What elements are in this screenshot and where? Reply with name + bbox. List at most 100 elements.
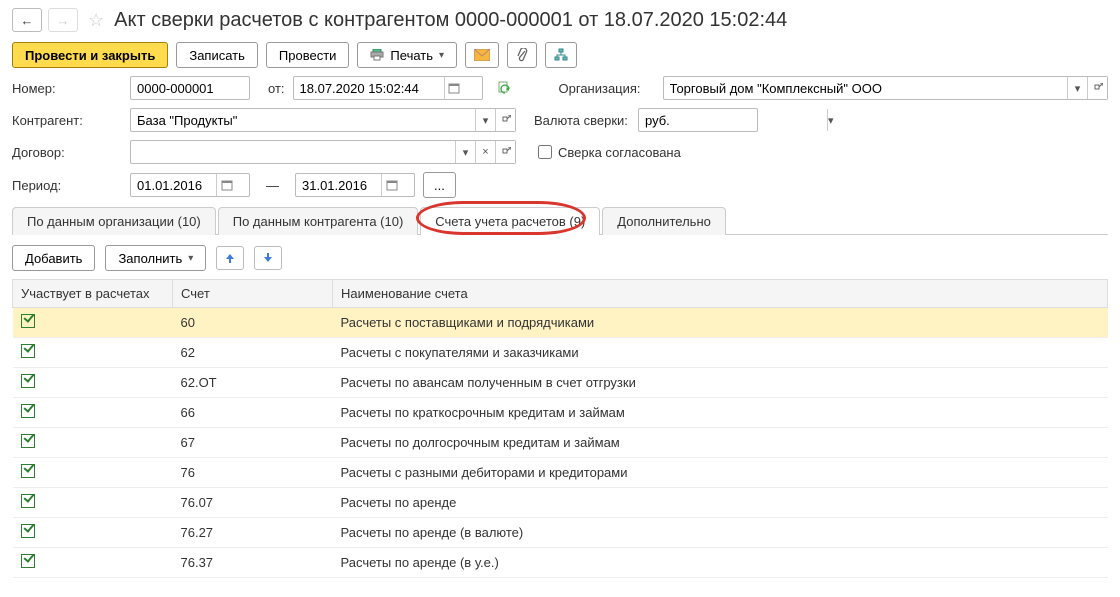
- refresh-doc-icon[interactable]: [497, 81, 511, 95]
- participates-cell[interactable]: [13, 338, 173, 368]
- agreed-label: Сверка согласована: [558, 145, 681, 160]
- table-row[interactable]: 60Расчеты с поставщиками и подрядчиками: [13, 308, 1108, 338]
- counterparty-label: Контрагент:: [12, 113, 122, 128]
- checkmark-icon: [21, 494, 35, 508]
- participates-cell[interactable]: [13, 488, 173, 518]
- table-row[interactable]: 62.ОТРасчеты по авансам полученным в сче…: [13, 368, 1108, 398]
- participates-cell[interactable]: [13, 398, 173, 428]
- table-row[interactable]: 67Расчеты по долгосрочным кредитам и зай…: [13, 428, 1108, 458]
- org-input[interactable]: [664, 77, 1067, 99]
- checkmark-icon: [21, 464, 35, 478]
- period-start-input[interactable]: [131, 174, 216, 196]
- contract-dropdown[interactable]: ▾: [455, 141, 475, 163]
- post-and-close-button[interactable]: Провести и закрыть: [12, 42, 168, 68]
- counterparty-open[interactable]: [495, 109, 515, 131]
- printer-icon: [370, 49, 384, 61]
- agreed-checkbox[interactable]: [538, 145, 552, 159]
- account-code-cell[interactable]: 76.07: [173, 488, 333, 518]
- account-code-cell[interactable]: 76: [173, 458, 333, 488]
- tab-org-data[interactable]: По данным организации (10): [12, 207, 216, 235]
- page-title: Акт сверки расчетов с контрагентом 0000-…: [114, 9, 787, 32]
- period-separator: —: [266, 178, 279, 193]
- account-code-cell[interactable]: 66: [173, 398, 333, 428]
- account-code-cell[interactable]: 60: [173, 308, 333, 338]
- nav-forward-button: →: [48, 8, 78, 32]
- date-input[interactable]: [294, 77, 444, 99]
- table-row[interactable]: 76.07Расчеты по аренде: [13, 488, 1108, 518]
- account-code-cell[interactable]: 76.27: [173, 518, 333, 548]
- org-open[interactable]: [1087, 77, 1107, 99]
- favorite-star-icon[interactable]: ☆: [88, 10, 104, 31]
- currency-dropdown[interactable]: ▾: [827, 109, 834, 131]
- org-label: Организация:: [559, 81, 655, 96]
- table-row[interactable]: 66Расчеты по краткосрочным кредитам и за…: [13, 398, 1108, 428]
- account-code-cell[interactable]: 62.ОТ: [173, 368, 333, 398]
- account-code-cell[interactable]: 62: [173, 338, 333, 368]
- from-label: от:: [268, 81, 285, 96]
- participates-cell[interactable]: [13, 518, 173, 548]
- account-name-cell[interactable]: Расчеты по аренде (в валюте): [333, 518, 1108, 548]
- account-code-cell[interactable]: 67: [173, 428, 333, 458]
- save-button[interactable]: Записать: [176, 42, 258, 68]
- tab-counterparty-data[interactable]: По данным контрагента (10): [218, 207, 419, 235]
- tab-accounts[interactable]: Счета учета расчетов (9): [420, 207, 600, 235]
- number-label: Номер:: [12, 81, 122, 96]
- account-name-cell[interactable]: Расчеты по аренде: [333, 488, 1108, 518]
- move-up-button[interactable]: [216, 246, 244, 270]
- period-end-input[interactable]: [296, 174, 381, 196]
- checkmark-icon: [21, 404, 35, 418]
- move-down-button[interactable]: [254, 246, 282, 270]
- chevron-down-icon: ▾: [188, 253, 193, 264]
- counterparty-dropdown[interactable]: ▾: [475, 109, 495, 131]
- participates-cell[interactable]: [13, 368, 173, 398]
- attachment-button[interactable]: [507, 42, 537, 68]
- hierarchy-icon: [554, 48, 568, 62]
- calendar-icon[interactable]: [216, 174, 236, 196]
- account-name-cell[interactable]: Расчеты по авансам полученным в счет отг…: [333, 368, 1108, 398]
- chevron-down-icon: ▾: [439, 50, 444, 61]
- account-name-cell[interactable]: Расчеты по долгосрочным кредитам и займа…: [333, 428, 1108, 458]
- account-name-cell[interactable]: Расчеты с поставщиками и подрядчиками: [333, 308, 1108, 338]
- col-account-name[interactable]: Наименование счета: [333, 280, 1108, 308]
- contract-input[interactable]: [131, 141, 455, 163]
- checkmark-icon: [21, 554, 35, 568]
- participates-cell[interactable]: [13, 458, 173, 488]
- currency-input[interactable]: [639, 109, 827, 131]
- email-button[interactable]: [465, 42, 499, 68]
- currency-label: Валюта сверки:: [534, 113, 630, 128]
- calendar-icon[interactable]: [381, 174, 401, 196]
- tab-additional[interactable]: Дополнительно: [602, 207, 726, 235]
- table-row[interactable]: 76.37Расчеты по аренде (в у.е.): [13, 548, 1108, 578]
- print-button[interactable]: Печать ▾: [357, 42, 457, 68]
- account-name-cell[interactable]: Расчеты с разными дебиторами и кредитора…: [333, 458, 1108, 488]
- fill-button[interactable]: Заполнить ▾: [105, 245, 206, 271]
- period-select-button[interactable]: ...: [423, 172, 456, 198]
- contract-clear[interactable]: ×: [475, 141, 495, 163]
- print-button-label: Печать: [390, 48, 433, 63]
- participates-cell[interactable]: [13, 308, 173, 338]
- table-row[interactable]: 76.27Расчеты по аренде (в валюте): [13, 518, 1108, 548]
- account-name-cell[interactable]: Расчеты по краткосрочным кредитам и займ…: [333, 398, 1108, 428]
- org-dropdown[interactable]: ▾: [1067, 77, 1087, 99]
- col-participates[interactable]: Участвует в расчетах: [13, 280, 173, 308]
- account-name-cell[interactable]: Расчеты с покупателями и заказчиками: [333, 338, 1108, 368]
- structure-button[interactable]: [545, 42, 577, 68]
- participates-cell[interactable]: [13, 548, 173, 578]
- agreed-checkbox-wrap[interactable]: Сверка согласована: [534, 142, 681, 162]
- add-button[interactable]: Добавить: [12, 245, 95, 271]
- counterparty-input[interactable]: [131, 109, 475, 131]
- table-row[interactable]: 62Расчеты с покупателями и заказчиками: [13, 338, 1108, 368]
- calendar-icon[interactable]: [444, 77, 464, 99]
- table-row[interactable]: 76Расчеты с разными дебиторами и кредито…: [13, 458, 1108, 488]
- account-name-cell[interactable]: Расчеты по аренде (в у.е.): [333, 548, 1108, 578]
- fill-button-label: Заполнить: [118, 251, 182, 266]
- contract-open[interactable]: [495, 141, 515, 163]
- nav-back-button[interactable]: ←: [12, 8, 42, 32]
- checkmark-icon: [21, 314, 35, 328]
- number-input[interactable]: [131, 77, 319, 99]
- post-button[interactable]: Провести: [266, 42, 350, 68]
- participates-cell[interactable]: [13, 428, 173, 458]
- account-code-cell[interactable]: 76.37: [173, 548, 333, 578]
- paperclip-icon: [516, 48, 528, 62]
- col-account[interactable]: Счет: [173, 280, 333, 308]
